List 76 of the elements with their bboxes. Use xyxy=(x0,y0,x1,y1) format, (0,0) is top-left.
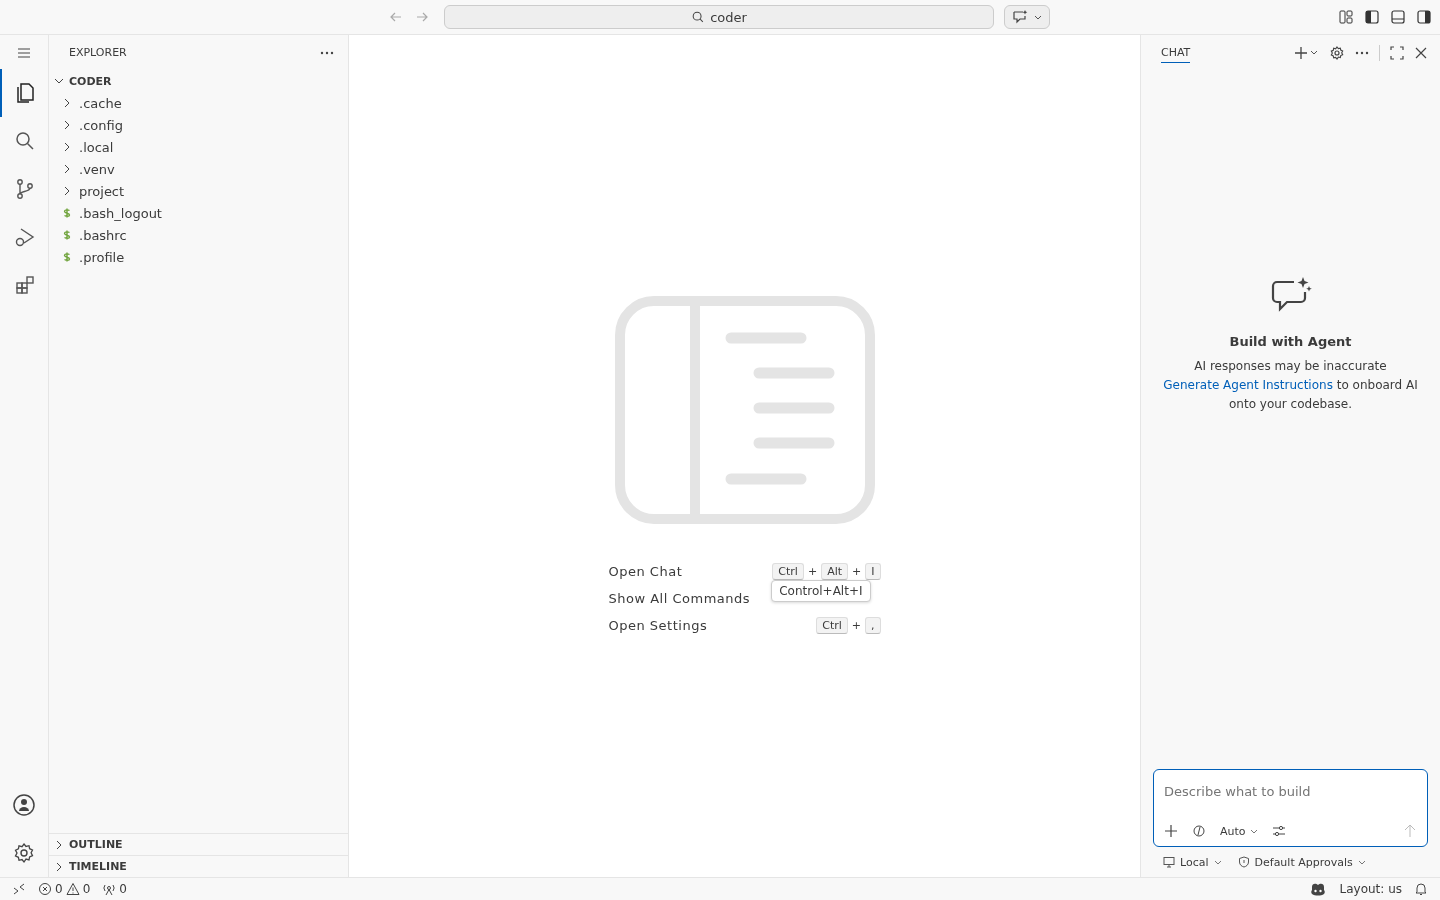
command-center-search[interactable]: coder xyxy=(444,5,994,29)
copilot-icon[interactable] xyxy=(1309,881,1328,897)
approvals-dropdown[interactable]: Default Approvals xyxy=(1237,855,1366,869)
folder-row[interactable]: CODER xyxy=(49,70,348,92)
folder-item[interactable]: .config xyxy=(49,114,348,136)
dollar-icon xyxy=(61,207,73,219)
file-item[interactable]: .bash_logout xyxy=(49,202,348,224)
keycap: , xyxy=(865,616,881,634)
keycap: I xyxy=(865,562,881,580)
generate-instructions-link[interactable]: Generate Agent Instructions xyxy=(1163,377,1333,392)
plus-sign: + xyxy=(851,618,861,632)
ports-status[interactable]: 0 xyxy=(102,882,127,896)
sliders-icon[interactable] xyxy=(1271,824,1286,838)
extensions-icon xyxy=(13,273,37,297)
chat-sparkle-icon xyxy=(1011,9,1029,25)
antenna-icon xyxy=(102,882,117,896)
folder-item[interactable]: project xyxy=(49,180,348,202)
settings-icon[interactable] xyxy=(12,841,36,865)
chat-tab[interactable]: CHAT xyxy=(1161,42,1191,63)
account-icon[interactable] xyxy=(12,793,36,817)
bell-icon[interactable] xyxy=(1414,882,1428,896)
new-chat-icon[interactable] xyxy=(1293,44,1319,61)
keyboard-layout-status[interactable]: Layout: us xyxy=(1339,882,1402,896)
shortcut-label: Open Chat xyxy=(608,563,683,579)
layout-icon[interactable] xyxy=(1338,9,1354,25)
chat-heading: Build with Agent xyxy=(1229,333,1352,349)
settings-icon[interactable] xyxy=(1329,44,1345,61)
warning-icon xyxy=(65,882,80,896)
more-icon[interactable] xyxy=(320,50,334,55)
search-icon xyxy=(691,10,706,24)
target-label: Local xyxy=(1180,855,1209,869)
plus-sign: + xyxy=(807,564,818,578)
add-icon[interactable] xyxy=(1164,824,1178,838)
shortcut-label: Open Settings xyxy=(608,617,708,633)
problems-status[interactable]: 0 0 xyxy=(38,882,91,896)
dollar-icon xyxy=(61,229,73,241)
dollar-icon xyxy=(61,251,73,263)
file-item[interactable]: .bashrc xyxy=(49,224,348,246)
target-dropdown[interactable]: Local xyxy=(1163,855,1222,869)
tooltip: Control+Alt+I xyxy=(771,580,871,602)
remote-icon[interactable] xyxy=(12,882,26,896)
mode-dropdown[interactable]: Auto xyxy=(1220,824,1258,838)
chat-menu-button[interactable] xyxy=(1004,5,1050,29)
chat-disclaimer: AI responses may be inaccurate xyxy=(1194,357,1387,375)
monitor-icon xyxy=(1163,856,1175,868)
section-header[interactable]: TIMELINE xyxy=(49,855,348,877)
chat-input-field[interactable]: Describe what to build Auto xyxy=(1153,769,1428,847)
toggle-panel-icon[interactable] xyxy=(1390,9,1406,25)
folder-item[interactable]: .local xyxy=(49,136,348,158)
keycap: Ctrl xyxy=(816,616,848,634)
shortcut-label: Show All Commands xyxy=(608,590,751,606)
folder-item[interactable]: .cache xyxy=(49,92,348,114)
plus-sign: + xyxy=(852,564,862,578)
maximize-icon[interactable] xyxy=(1390,45,1404,60)
approvals-label: Default Approvals xyxy=(1254,855,1353,869)
caret-icon xyxy=(1249,827,1258,835)
shield-icon xyxy=(1237,856,1250,868)
chat-hint-text: Generate Agent Instructions to onboard AI onto your codebase. xyxy=(1162,376,1419,413)
ports-count: 0 xyxy=(119,882,127,896)
caret-icon xyxy=(1213,858,1222,866)
keycap: Ctrl xyxy=(772,562,804,580)
toggle-secondary-sidebar-icon[interactable] xyxy=(1416,9,1432,25)
keycap: Alt xyxy=(821,562,849,580)
close-icon[interactable] xyxy=(1414,45,1428,60)
more-icon[interactable] xyxy=(1355,50,1369,55)
folder-item[interactable]: .venv xyxy=(49,158,348,180)
warning-count: 0 xyxy=(82,882,91,896)
sidebar-title: EXPLORER xyxy=(69,46,127,59)
caret-icon xyxy=(1357,858,1366,866)
section-header[interactable]: OUTLINE xyxy=(49,833,348,855)
error-icon xyxy=(38,882,52,896)
chat-sparkle-icon xyxy=(1269,275,1312,314)
tools-icon[interactable] xyxy=(1192,824,1206,838)
file-item[interactable]: .profile xyxy=(49,246,348,268)
toggle-sidebar-icon[interactable] xyxy=(1364,9,1380,25)
error-count: 0 xyxy=(55,882,63,896)
